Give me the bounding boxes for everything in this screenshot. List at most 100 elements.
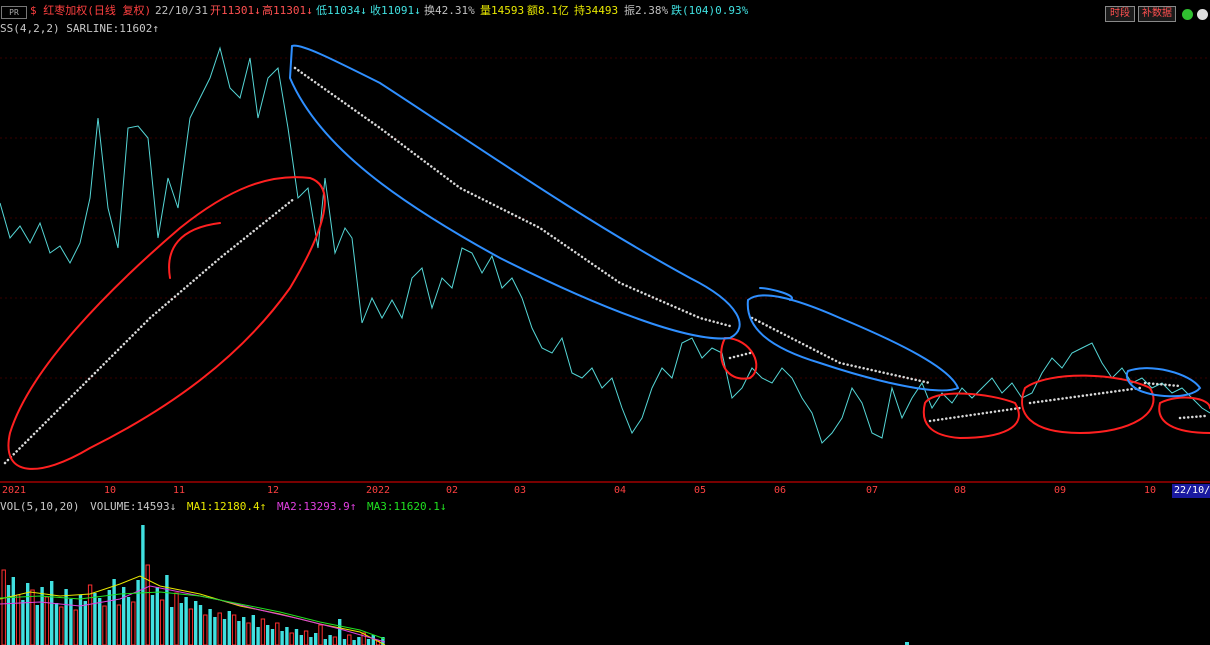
axis-tick: 10 <box>104 485 117 496</box>
axis-tick: 09 <box>1054 485 1067 496</box>
indicator-label: SS(4,2,2) SARLINE:11602↑ <box>0 22 159 35</box>
axis-tick: 08 <box>954 485 967 496</box>
axis-tick: 12 <box>267 485 280 496</box>
volume-bar <box>150 595 155 645</box>
volume-bar <box>299 635 303 645</box>
volume-bar <box>136 580 140 645</box>
volume-bar <box>15 594 21 645</box>
volume-bar <box>44 596 50 645</box>
volume-bar <box>141 525 145 645</box>
axis-tick: 04 <box>614 485 627 496</box>
volume-bar <box>11 577 15 645</box>
volume-bar <box>318 624 323 645</box>
volume-bar <box>309 637 313 645</box>
volume-bar <box>227 611 231 645</box>
volume-bar <box>338 619 342 645</box>
volume-bar <box>126 597 131 645</box>
volume-bar <box>357 637 361 645</box>
volume-bar <box>1 569 6 645</box>
volume-bar <box>280 631 284 645</box>
volume-bar <box>242 617 246 645</box>
volume-bar <box>203 614 208 645</box>
axis-tick: 2022 <box>366 485 391 496</box>
axis-tick: 11 <box>173 485 186 496</box>
volume-bar <box>194 601 198 645</box>
volume-bar <box>328 635 332 645</box>
volume-bar <box>112 579 116 645</box>
volume-bar <box>179 603 183 645</box>
axis-tick: 02 <box>446 485 459 496</box>
low-value: 低11034↓ <box>316 4 367 17</box>
settings-icon[interactable] <box>1197 9 1208 20</box>
axis-tick: 07 <box>866 485 879 496</box>
close-value: 收11091↓ <box>370 4 421 17</box>
volume-legend: VOL(5,10,20) VOLUME:14593↓ MA1:12180.4↑ … <box>0 500 451 514</box>
volume-bar <box>237 621 241 645</box>
volume-bar <box>165 575 169 645</box>
volume-bar <box>260 618 266 645</box>
annotation-marks <box>7 44 1210 470</box>
volume-bar <box>131 601 136 645</box>
change-value: 跌(104)0.93% <box>671 4 749 17</box>
volume-bar <box>69 599 73 645</box>
ma2-value: MA2:13293.9↑ <box>276 500 357 513</box>
volume-bar <box>78 595 83 645</box>
volume-bar <box>174 592 179 645</box>
bar-date: 22/10/31 <box>155 4 208 17</box>
current-date-tick: 22/10/ <box>1172 484 1210 498</box>
status-dot-icon[interactable] <box>1182 9 1193 20</box>
volume-bar <box>256 627 260 645</box>
axis-tick: 10 <box>1144 485 1157 496</box>
volume-chart[interactable] <box>0 514 1210 645</box>
volume-bar <box>266 625 270 645</box>
axis-tick: 06 <box>774 485 787 496</box>
header-bar: PR $ 红枣加权(日线 复权) 22/10/31 开11301↓ 高11301… <box>0 0 1210 22</box>
volume-bar <box>217 612 222 645</box>
volume-bar <box>347 634 352 645</box>
axis-tick: 03 <box>514 485 527 496</box>
pr-badge[interactable]: PR <box>1 6 27 19</box>
fill-data-button[interactable]: 补数据 <box>1138 6 1176 22</box>
volume-value: 量14593 <box>480 4 525 17</box>
volume-bar <box>21 600 25 645</box>
volume-bar <box>98 598 102 645</box>
volume-bar <box>170 607 174 645</box>
open-value: 开11301↓ <box>210 4 261 17</box>
volume-bar <box>342 639 347 645</box>
volume-bar <box>289 632 294 645</box>
price-chart[interactable] <box>0 38 1210 484</box>
volume-bar <box>188 608 194 645</box>
volume-bar <box>30 589 35 645</box>
vol-params: VOL(5,10,20) <box>0 500 80 513</box>
date-axis: 2021 10 11 12 2022 02 03 04 05 06 07 08 … <box>0 484 1210 498</box>
high-value: 高11301↓ <box>262 4 313 17</box>
volume-bar <box>73 609 78 645</box>
turnover-value: 换42.31% <box>424 4 475 17</box>
volume-bar <box>332 636 338 645</box>
volume-bar <box>155 587 159 645</box>
amplitude-value: 振2.38% <box>624 4 669 17</box>
volume-bar <box>122 587 126 645</box>
axis-tick: 2021 <box>2 485 27 496</box>
volume-bar <box>231 614 237 645</box>
volume-bar <box>285 627 289 645</box>
volume-bar <box>208 609 212 645</box>
volume-bar <box>145 564 150 645</box>
volume-bar <box>352 640 356 645</box>
ma1-value: MA1:12180.4↑ <box>186 500 267 513</box>
volume-bar <box>59 606 64 645</box>
period-button[interactable]: 时段 <box>1105 6 1135 22</box>
volume-bar <box>323 639 327 645</box>
volume-bar <box>270 629 275 645</box>
volume-bar <box>184 597 188 645</box>
volume-bar <box>6 585 11 645</box>
volume-bar <box>50 581 54 645</box>
volume-bar <box>275 622 280 645</box>
volume-bar <box>366 639 371 645</box>
volume-bar <box>222 619 227 645</box>
volume-bar <box>251 615 255 645</box>
volume-bar <box>213 617 217 645</box>
volume-bar <box>83 601 87 645</box>
volume-bar <box>107 590 111 645</box>
volume-bar <box>102 605 107 645</box>
